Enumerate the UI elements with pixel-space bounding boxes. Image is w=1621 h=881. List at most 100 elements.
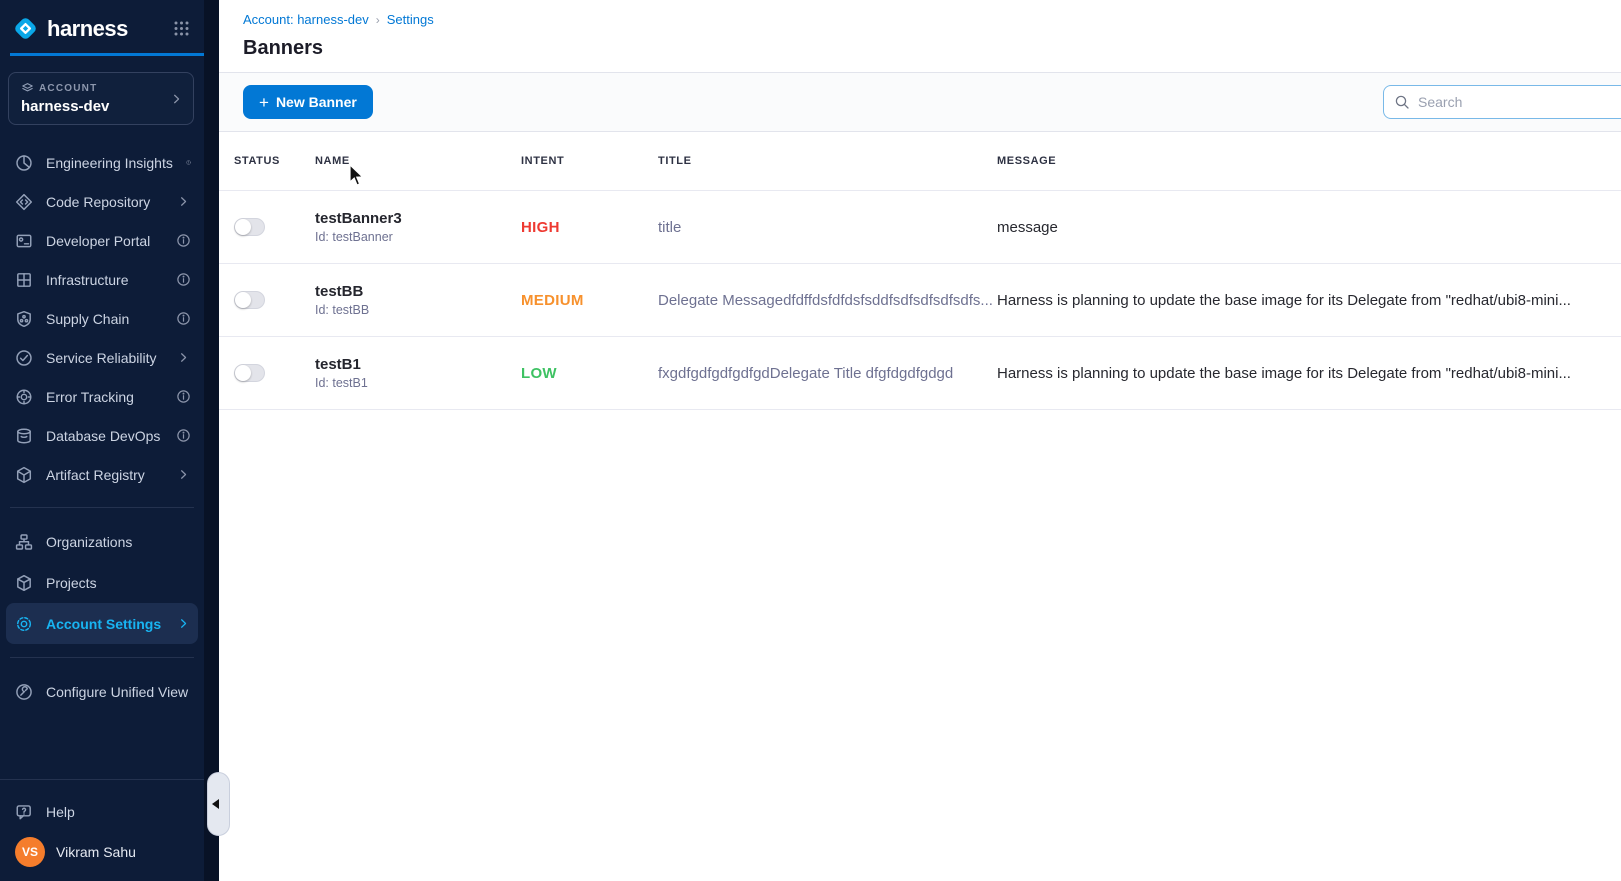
page-title: Banners bbox=[243, 37, 1597, 72]
sidebar-nav-modules: Engineering Insights Code Repository Dev… bbox=[0, 143, 204, 711]
plus-icon: + bbox=[259, 94, 269, 111]
sidebar-divider bbox=[10, 657, 194, 658]
breadcrumb: Account: harness-dev › Settings bbox=[243, 12, 1597, 27]
column-header-name: NAME bbox=[315, 155, 521, 167]
search-icon bbox=[1394, 94, 1410, 110]
banner-message: Harness is planning to update the base i… bbox=[997, 365, 1621, 382]
sidebar-footer: Help VS Vikram Sahu bbox=[0, 779, 204, 881]
banner-status-toggle[interactable] bbox=[234, 364, 265, 382]
info-icon[interactable] bbox=[176, 428, 191, 443]
sidebar-item-label: Projects bbox=[46, 575, 191, 591]
sidebar-item-service-reliability[interactable]: Service Reliability bbox=[0, 338, 204, 377]
column-header-intent: INTENT bbox=[521, 155, 658, 167]
sidebar-item-label: Help bbox=[46, 804, 191, 820]
banner-title: title bbox=[658, 219, 997, 236]
sidebar-item-label: Organizations bbox=[46, 534, 191, 550]
logo-text: harness bbox=[47, 16, 128, 42]
collapse-arrow-icon bbox=[212, 799, 219, 809]
toolbar: + New Banner bbox=[219, 72, 1621, 132]
sidebar-item-code-repository[interactable]: Code Repository bbox=[0, 182, 204, 221]
banner-name: testBB bbox=[315, 283, 521, 300]
sidebar-item-organizations[interactable]: Organizations bbox=[0, 521, 204, 562]
main-content: Account: harness-dev › Settings Banners … bbox=[219, 0, 1621, 881]
help-icon bbox=[15, 803, 33, 821]
projects-icon bbox=[15, 574, 33, 592]
info-icon[interactable] bbox=[176, 311, 191, 326]
sidebar-item-label: Engineering Insights bbox=[46, 155, 173, 171]
info-icon[interactable] bbox=[186, 155, 191, 170]
sidebar-item-label: Developer Portal bbox=[46, 233, 163, 249]
toggle-knob bbox=[235, 219, 251, 235]
sidebar-item-developer-portal[interactable]: Developer Portal bbox=[0, 221, 204, 260]
sidebar-item-error-tracking[interactable]: Error Tracking bbox=[0, 377, 204, 416]
banner-status-toggle[interactable] bbox=[234, 218, 265, 236]
banner-status-toggle[interactable] bbox=[234, 291, 265, 309]
toggle-knob bbox=[235, 365, 251, 381]
table-row[interactable]: testB1 Id: testB1 LOW fxgdfgdfgdfgdfgdDe… bbox=[219, 337, 1621, 410]
breadcrumb-account[interactable]: Account: harness-dev bbox=[243, 12, 369, 27]
column-header-status: STATUS bbox=[234, 155, 315, 167]
sidebar-item-label: Database DevOps bbox=[46, 428, 163, 444]
breadcrumb-settings[interactable]: Settings bbox=[387, 12, 434, 27]
error-tracking-icon bbox=[15, 388, 33, 406]
account-scope-value: harness-dev bbox=[21, 98, 167, 115]
banner-name: testBanner3 bbox=[315, 210, 521, 227]
database-devops-icon bbox=[15, 427, 33, 445]
info-icon[interactable] bbox=[176, 389, 191, 404]
banner-message: Harness is planning to update the base i… bbox=[997, 292, 1621, 309]
table-row[interactable]: testBanner3 Id: testBanner HIGH title me… bbox=[219, 191, 1621, 264]
sidebar-item-configure-unified-view[interactable]: Configure Unified View bbox=[0, 672, 204, 711]
sidebar-item-supply-chain[interactable]: Supply Chain bbox=[0, 299, 204, 338]
banner-message: message bbox=[997, 219, 1621, 236]
sidebar-item-infrastructure[interactable]: Infrastructure bbox=[0, 260, 204, 299]
sidebar-item-label: Account Settings bbox=[46, 616, 163, 632]
logo-underline bbox=[10, 53, 204, 56]
table-row[interactable]: testBB Id: testBB MEDIUM Delegate Messag… bbox=[219, 264, 1621, 337]
layers-icon bbox=[21, 82, 34, 95]
sidebar-divider bbox=[0, 779, 204, 780]
page-header: Account: harness-dev › Settings Banners bbox=[219, 0, 1621, 72]
code-repository-icon bbox=[15, 193, 33, 211]
info-icon[interactable] bbox=[176, 272, 191, 287]
sidebar-item-engineering-insights[interactable]: Engineering Insights bbox=[0, 143, 204, 182]
sidebar-item-artifact-registry[interactable]: Artifact Registry bbox=[0, 455, 204, 494]
chevron-right-icon bbox=[176, 616, 191, 631]
apps-grid-icon[interactable] bbox=[173, 20, 190, 37]
harness-logo-icon bbox=[12, 15, 39, 42]
sidebar-item-projects[interactable]: Projects bbox=[0, 562, 204, 603]
new-banner-label: New Banner bbox=[276, 94, 357, 110]
new-banner-button[interactable]: + New Banner bbox=[243, 85, 373, 119]
table-header: STATUS NAME INTENT TITLE MESSAGE bbox=[219, 132, 1621, 191]
user-profile[interactable]: VS Vikram Sahu bbox=[0, 831, 204, 881]
chevron-right-icon bbox=[176, 350, 191, 365]
infrastructure-icon bbox=[15, 271, 33, 289]
search-input[interactable] bbox=[1418, 94, 1621, 110]
configure-unified-view-icon bbox=[15, 683, 33, 701]
chevron-right-icon bbox=[169, 91, 184, 106]
info-icon[interactable] bbox=[176, 233, 191, 248]
avatar: VS bbox=[15, 837, 45, 867]
banner-intent: MEDIUM bbox=[521, 292, 658, 309]
sidebar-item-database-devops[interactable]: Database DevOps bbox=[0, 416, 204, 455]
sidebar-item-help[interactable]: Help bbox=[0, 792, 204, 831]
column-header-title: TITLE bbox=[658, 155, 997, 167]
banner-title: fxgdfgdfgdfgdfgdDelegate Title dfgfdgdfg… bbox=[658, 365, 997, 382]
column-header-message: MESSAGE bbox=[997, 155, 1621, 167]
artifact-registry-icon bbox=[15, 466, 33, 484]
search-box bbox=[1383, 85, 1621, 119]
sidebar-item-label: Artifact Registry bbox=[46, 467, 163, 483]
sidebar: harness ACCOUNT harness-dev Engineering … bbox=[0, 0, 204, 881]
banner-name: testB1 bbox=[315, 356, 521, 373]
sidebar-collapse-handle[interactable] bbox=[207, 772, 230, 836]
sidebar-item-account-settings[interactable]: Account Settings bbox=[6, 603, 198, 644]
chevron-right-icon bbox=[176, 467, 191, 482]
sidebar-secondary-strip bbox=[204, 0, 219, 881]
developer-portal-icon bbox=[15, 232, 33, 250]
user-name: Vikram Sahu bbox=[56, 844, 136, 860]
sidebar-item-label: Infrastructure bbox=[46, 272, 163, 288]
account-scope-selector[interactable]: ACCOUNT harness-dev bbox=[8, 72, 194, 125]
banner-id: Id: testBanner bbox=[315, 230, 521, 244]
sidebar-item-label: Configure Unified View bbox=[46, 684, 191, 700]
sidebar-item-label: Service Reliability bbox=[46, 350, 163, 366]
account-scope-label: ACCOUNT bbox=[39, 83, 97, 94]
